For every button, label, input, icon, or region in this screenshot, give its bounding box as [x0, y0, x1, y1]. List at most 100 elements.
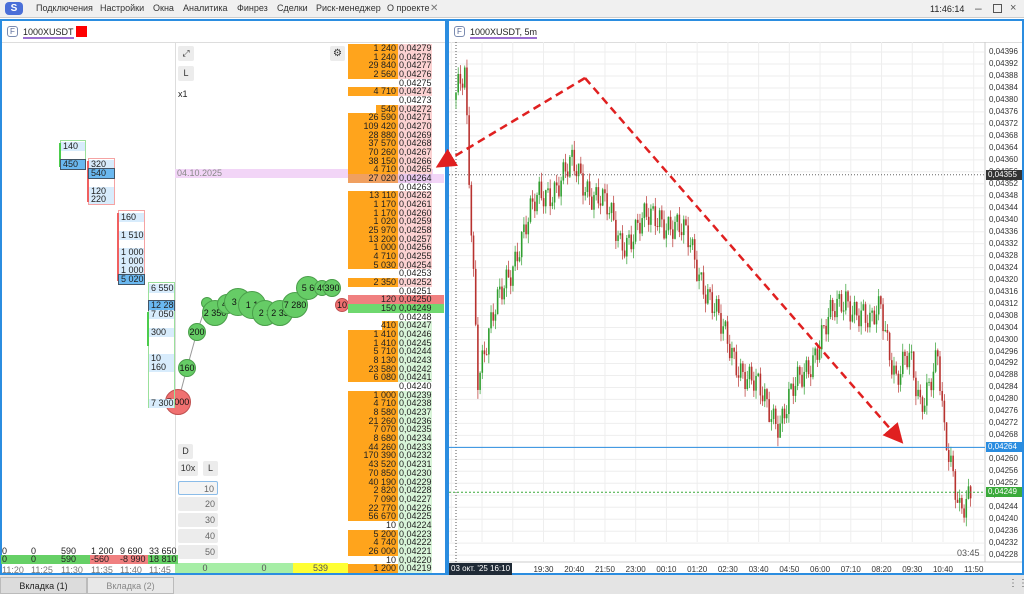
price-tick: 0,04272	[989, 418, 1018, 428]
candle-body	[724, 321, 727, 327]
candle-body	[956, 499, 959, 503]
candle-body	[912, 351, 915, 378]
candle-body	[534, 201, 536, 212]
candle-body	[926, 382, 928, 406]
cluster-value: 7 050	[149, 310, 174, 319]
candle-body	[661, 210, 663, 220]
price-tick: 0,04268	[989, 430, 1018, 440]
time-tick: 10:40	[932, 565, 953, 574]
tab-2[interactable]: Вкладка (2)	[87, 577, 174, 594]
maximize-button[interactable]	[993, 4, 1002, 13]
candle-body	[527, 221, 530, 235]
panel-menu-icon[interactable]: ⋮⋮	[1008, 578, 1024, 589]
d-button[interactable]: D	[178, 444, 193, 459]
candle-body	[941, 390, 943, 401]
price-tick: 0,04392	[989, 58, 1018, 68]
candle-body	[593, 195, 595, 210]
candle-body	[860, 310, 862, 327]
price-tick: 0,04316	[989, 286, 1018, 296]
candle-body	[718, 299, 720, 314]
candle-body	[608, 213, 611, 215]
candle-body	[573, 149, 576, 172]
size-option[interactable]: 40	[178, 529, 218, 543]
candle-body	[812, 355, 814, 378]
candle-body	[682, 219, 685, 236]
candle-body	[461, 83, 464, 88]
candle-countdown: 03:45	[957, 548, 980, 558]
candle-body	[555, 182, 558, 186]
stat-delta: 0	[30, 555, 60, 564]
candle-body	[553, 182, 556, 203]
candle-body	[676, 214, 678, 222]
candle-body	[463, 67, 466, 88]
close-button[interactable]: ×	[1010, 2, 1016, 14]
candle-body	[584, 192, 587, 196]
candle-body	[888, 332, 891, 361]
minimize-button[interactable]: –	[975, 1, 982, 15]
price-tick: 0,04348	[989, 190, 1018, 200]
candle-body	[757, 373, 760, 376]
candle-body	[921, 397, 924, 412]
price-tick: 0,04276	[989, 406, 1018, 416]
candle-body	[509, 277, 512, 286]
volume-value: 1 200	[373, 563, 396, 574]
candle-body	[582, 173, 584, 196]
stat-time: 11:45	[149, 565, 171, 575]
candle-body	[906, 355, 908, 368]
candle-body	[827, 316, 830, 335]
candle-body	[516, 251, 519, 262]
trade-bubble: 390	[323, 279, 341, 297]
candle-body	[910, 351, 913, 353]
stat-time: 11:30	[61, 565, 83, 575]
time-tick: 01:20	[687, 565, 708, 574]
candle-body	[919, 389, 922, 398]
orderbook-volume: 5 030	[348, 260, 398, 270]
candle-body	[514, 251, 516, 267]
orderbook-content: ⤢ ⚙ L x1 04.10.2025 7 0001602002 350433 …	[0, 0, 447, 594]
size-option[interactable]: 10	[178, 481, 218, 495]
volume-value: 2 350	[373, 277, 396, 288]
time-tick: 23:00	[625, 565, 646, 574]
candle-body	[790, 383, 792, 389]
candle-body	[733, 347, 735, 352]
chart-title[interactable]: 1000XUSDT, 5m	[470, 27, 538, 39]
cluster-value: 160	[119, 213, 144, 222]
cluster-value: 1 510	[119, 231, 144, 240]
candle-body	[650, 208, 652, 225]
cluster-value: 5 020	[118, 274, 145, 285]
candlestick-chart[interactable]	[449, 42, 1022, 574]
trade-bubble: 160	[178, 359, 196, 377]
price-tick: 0,04332	[989, 238, 1018, 248]
l2-button[interactable]: L	[203, 461, 218, 476]
candle-body	[505, 269, 508, 289]
candle-body	[818, 349, 821, 360]
stat-delta: -8 990	[119, 555, 149, 564]
candle-body	[746, 379, 749, 390]
candle-body	[845, 291, 847, 311]
candle-body	[880, 296, 882, 305]
candle-body	[580, 163, 582, 174]
candle-body	[531, 198, 534, 202]
candle-body	[748, 366, 751, 380]
time-tick: 04:50	[779, 565, 800, 574]
candle-body	[796, 366, 799, 386]
candle-body	[630, 234, 632, 250]
cluster-value: 140	[61, 142, 85, 151]
candle-body	[823, 325, 825, 327]
size-option[interactable]: 20	[178, 497, 218, 511]
price-tick: 0,04340	[989, 214, 1018, 224]
10x-button[interactable]: 10x	[178, 461, 198, 476]
trade-bubble: 10	[335, 298, 349, 312]
time-tick: 11:50	[964, 565, 984, 574]
orderbook-row[interactable]: 1 200 0,04219	[348, 564, 444, 573]
tab-1[interactable]: Вкладка (1)	[0, 577, 87, 594]
candle-body	[901, 351, 904, 375]
candle-body	[766, 389, 768, 400]
size-option[interactable]: 50	[178, 545, 218, 559]
candle-body	[542, 198, 545, 207]
size-option[interactable]: 30	[178, 513, 218, 527]
candle-body	[814, 348, 816, 356]
cluster-value: 6 550	[149, 284, 174, 293]
candle-body	[477, 324, 479, 390]
candle-body	[702, 272, 705, 295]
